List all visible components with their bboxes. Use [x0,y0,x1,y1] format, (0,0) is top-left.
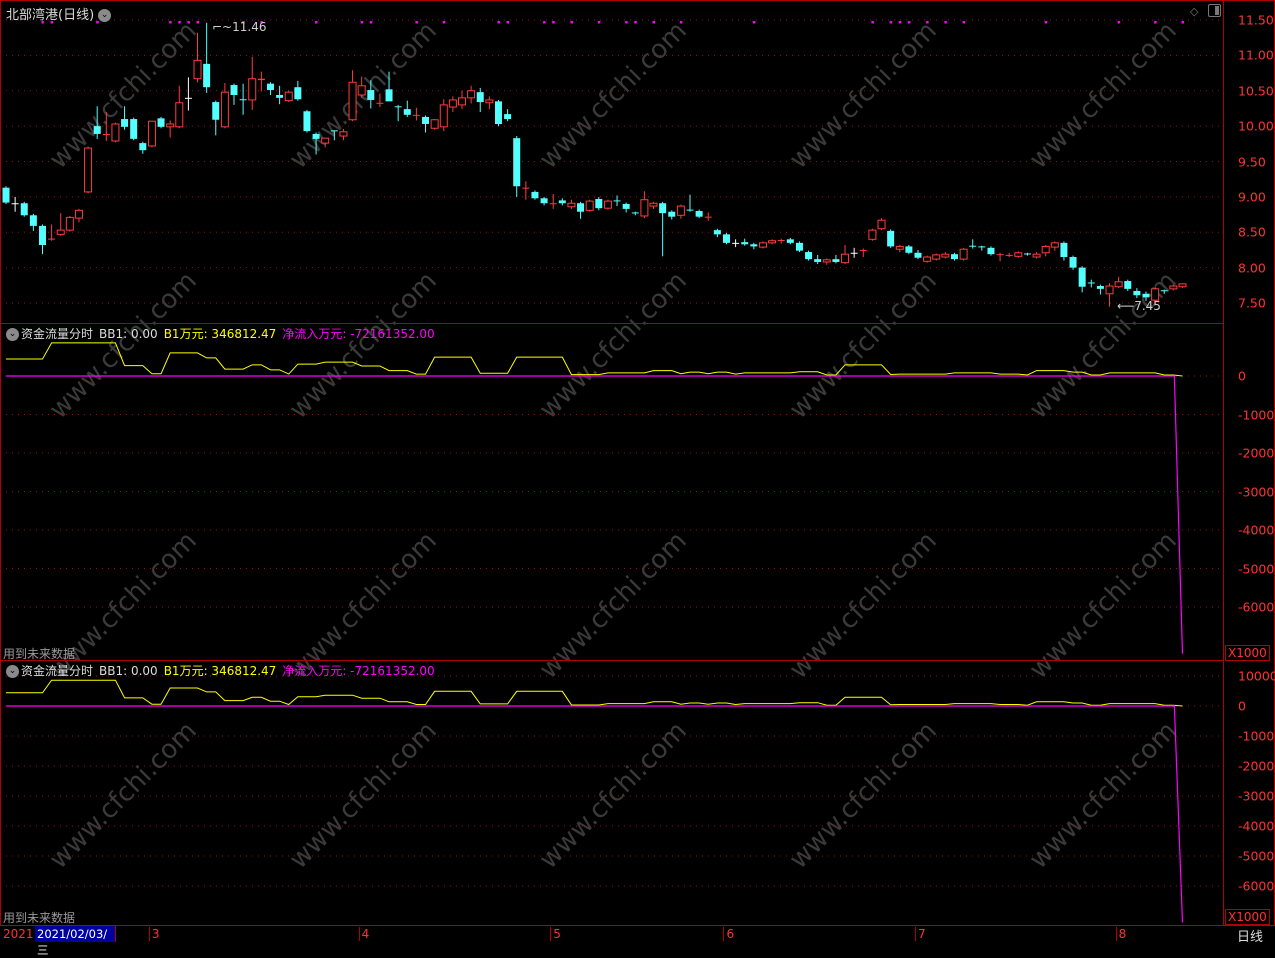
indicator-name: 资金流量分时 [21,327,94,341]
time-axis[interactable] [0,925,1275,945]
axis-tick-label: -40000 [1238,818,1275,834]
indicator-2-header: ⌄ 资金流量分时 BB1: 0.00 B1万元: 346812.47 净流入万元: -7… [6,662,441,679]
axis-tick-label: -50000 [1238,848,1275,864]
axis-tick-label: 0 [1238,698,1246,714]
axis-tick-label: 8.00 [1238,260,1266,276]
selected-date: 2021/02/03/三 [35,926,116,957]
axis-tick-label: 10000 [1238,668,1275,684]
axis-tick-label: 11.50 [1238,12,1274,28]
month-label: 6 [723,927,734,941]
axis-tick-label: -30000 [1238,484,1275,499]
stock-title: 北部湾港(日线) [6,8,95,23]
axis-tick-label: -30000 [1238,788,1275,804]
month-label: 7 [915,927,926,941]
axis-tick-label: -10000 [1238,407,1275,422]
high-annotation: ⌐~11.46 [212,20,267,34]
axis-tick-label: -20000 [1238,445,1275,461]
b1-value: B1万元: 346812.47 [163,664,277,678]
future-data-note: 用到未来数据 [3,911,76,925]
diamond-icon[interactable]: ◇ [1190,5,1198,18]
bb1-value: BB1: 0.00 [99,664,158,678]
period-button[interactable]: 日线 [1237,926,1263,945]
bb1-value: BB1: 0.00 [99,327,158,341]
axis-tick-label: -50000 [1238,561,1275,576]
low-annotation: ⟵7.45 [1117,299,1161,313]
net-inflow-value: 净流入万元: -72161352.00 [282,327,435,341]
month-label: 4 [358,927,369,941]
time-axis-year: 2021 [3,927,34,941]
axis-tick-label: -10000 [1238,728,1275,744]
chevron-down-circle-icon[interactable]: ⌄ [6,328,19,341]
value-axis-frame [1223,0,1275,926]
axis-tick-label: 9.50 [1238,154,1266,169]
unit-multiplier: X1000 [1225,645,1270,661]
axis-tick-label: 10.00 [1238,118,1274,134]
chart-title[interactable]: 北部湾港(日线) ⌄ [6,4,112,23]
axis-tick-label: 7.50 [1238,295,1266,311]
month-label: 5 [550,927,561,941]
indicator-panel-1-frame [0,323,1224,661]
axis-tick-label: -20000 [1238,758,1275,774]
unit-multiplier: X1000 [1225,909,1270,925]
axis-tick-label: 8.50 [1238,224,1266,240]
b1-value: B1万元: 346812.47 [163,327,277,341]
indicator-name: 资金流量分时 [21,664,94,678]
indicator-1-header: ⌄ 资金流量分时 BB1: 0.00 B1万元: 346812.47 净流入万元: -7… [6,325,441,342]
month-label: 8 [1115,927,1126,941]
axis-tick-label: 9.00 [1238,189,1266,205]
month-label: 3 [148,927,160,941]
axis-tick-label: -40000 [1238,522,1275,538]
net-inflow-value: 净流入万元: -72161352.00 [282,664,435,678]
chevron-down-circle-icon[interactable]: ⌄ [98,9,112,22]
indicator-panel-2-frame [0,660,1224,926]
chevron-down-circle-icon[interactable]: ⌄ [6,665,19,678]
main-panel-frame [0,0,1224,324]
panel-toggle-icon[interactable] [1208,4,1221,17]
axis-tick-label: 0 [1238,368,1246,384]
axis-tick-label: -60000 [1238,599,1275,615]
axis-tick-label: 11.00 [1238,47,1274,63]
axis-tick-label: -60000 [1238,878,1275,894]
axis-tick-label: 10.50 [1238,83,1274,99]
future-data-note: 用到未来数据 [3,647,76,661]
